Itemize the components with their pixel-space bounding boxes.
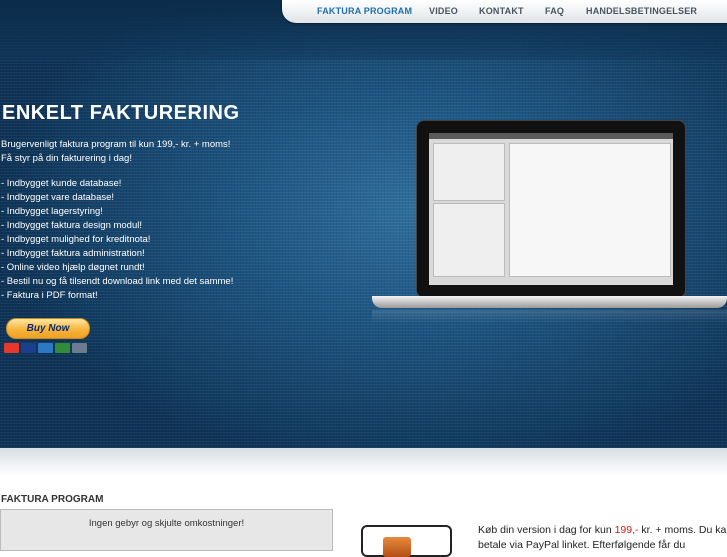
feature-item: - Indbygget faktura design modul! xyxy=(1,220,143,231)
feature-item: - Indbygget mulighed for kreditnota! xyxy=(1,234,151,245)
feature-item: - Indbygget vare database! xyxy=(1,192,115,203)
feature-item: - Indbygget lagerstyring! xyxy=(1,206,103,217)
hero-title: ENKELT FAKTURERING xyxy=(2,102,240,124)
section-divider xyxy=(0,448,727,476)
section-title: FAKTURA PROGRAM xyxy=(1,494,104,505)
laptop-image xyxy=(372,118,727,328)
promo-text: Ingen gebyr og skjulte omkostninger! xyxy=(88,518,245,529)
laptop-screen-frame xyxy=(416,120,686,298)
amex-icon xyxy=(38,343,53,353)
feature-item: - Faktura i PDF format! xyxy=(1,290,98,301)
nav-item-video[interactable]: VIDEO xyxy=(429,6,458,16)
payment-cards xyxy=(4,343,87,353)
nav-item-handelsbetingelser[interactable]: HANDELSBETINGELSER xyxy=(586,6,697,16)
hero-intro-line: Brugervenligt faktura program til kun 19… xyxy=(1,139,231,150)
jcb-icon xyxy=(55,343,70,353)
visa-icon xyxy=(21,343,36,353)
nav-item-kontakt[interactable]: KONTAKT xyxy=(479,6,524,16)
product-box-icon xyxy=(361,525,452,557)
laptop-base xyxy=(372,296,727,308)
main-nav: FAKTURA PROGRAM VIDEO KONTAKT FAQ HANDEL… xyxy=(282,0,727,23)
app-toolbar xyxy=(429,133,673,139)
feature-item: - Bestil nu og få tilsendt download link… xyxy=(1,276,234,287)
nav-item-faktura-program[interactable]: FAKTURA PROGRAM xyxy=(317,6,412,16)
app-panel xyxy=(509,143,671,277)
mastercard-icon xyxy=(4,343,19,353)
hero-intro-line: Få styr på din fakturering i dag! xyxy=(1,153,132,164)
laptop-reflection xyxy=(372,310,727,324)
product-box-graphic xyxy=(383,537,411,557)
feature-item: - Indbygget kunde database! xyxy=(1,178,122,189)
feature-item: - Online video hjælp døgnet rundt! xyxy=(1,262,145,273)
app-panel xyxy=(433,143,505,201)
purchase-text: Køb din version i dag for kun 199,- kr. … xyxy=(478,523,727,553)
app-panel xyxy=(433,203,505,277)
bank-icon xyxy=(72,343,87,353)
feature-item: - Indbygget faktura administration! xyxy=(1,248,145,259)
purchase-text-prefix: Køb din version i dag for kun xyxy=(478,524,615,536)
price-label: 199,- xyxy=(614,524,639,536)
buy-now-button[interactable]: Buy Now xyxy=(6,318,90,339)
nav-item-faq[interactable]: FAQ xyxy=(545,6,564,16)
hero-intro: Brugervenligt faktura program til kun 19… xyxy=(1,138,230,166)
feature-list: - Indbygget kunde database! - Indbygget … xyxy=(1,177,233,303)
app-screenshot xyxy=(429,133,673,285)
